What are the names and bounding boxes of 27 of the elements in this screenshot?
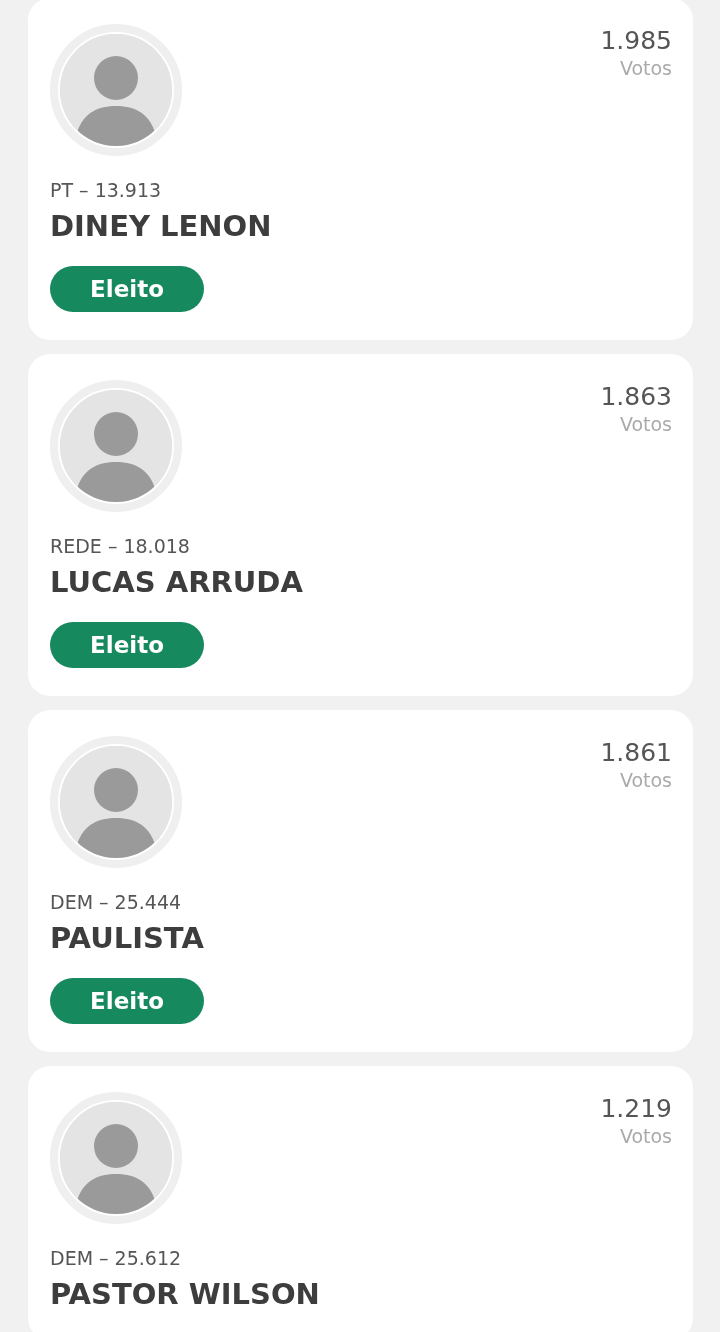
- candidate-name: DINEY LENON: [50, 208, 272, 244]
- candidate-card[interactable]: 1.861 Votos DEM – 25.444 PAULISTA Eleito: [28, 710, 693, 1052]
- candidate-card[interactable]: 1.863 Votos REDE – 18.018 LUCAS ARRUDA Eleito: [28, 354, 693, 696]
- votes-label: Votos: [619, 56, 672, 80]
- party-number: DEM – 25.444: [50, 890, 182, 914]
- party-number: PT – 13.913: [50, 178, 162, 202]
- candidate-card[interactable]: 1.985 Votos PT – 13.913 DINEY LENON Eleito: [28, 0, 693, 340]
- vote-count: 1.219: [600, 1094, 672, 1124]
- candidate-name: PASTOR WILSON: [50, 1276, 320, 1312]
- candidate-card[interactable]: 1.219 Votos DEM – 25.612 PASTOR WILSON: [28, 1066, 693, 1332]
- status-badge: Eleito: [50, 622, 204, 668]
- status-badge: Eleito: [50, 978, 204, 1024]
- candidate-name: PAULISTA: [50, 920, 204, 956]
- votes-label: Votos: [619, 768, 672, 792]
- vote-count: 1.861: [600, 738, 672, 768]
- vote-count: 1.863: [600, 382, 672, 412]
- person-silhouette-icon: [60, 34, 172, 146]
- person-silhouette-icon: [60, 746, 172, 858]
- candidate-name: LUCAS ARRUDA: [50, 564, 303, 600]
- party-number: REDE – 18.018: [50, 534, 190, 558]
- status-badge: Eleito: [50, 266, 204, 312]
- party-number: DEM – 25.612: [50, 1246, 182, 1270]
- vote-count: 1.985: [600, 26, 672, 56]
- person-silhouette-icon: [60, 1102, 172, 1214]
- person-silhouette-icon: [60, 390, 172, 502]
- votes-label: Votos: [619, 1124, 672, 1148]
- votes-label: Votos: [619, 412, 672, 436]
